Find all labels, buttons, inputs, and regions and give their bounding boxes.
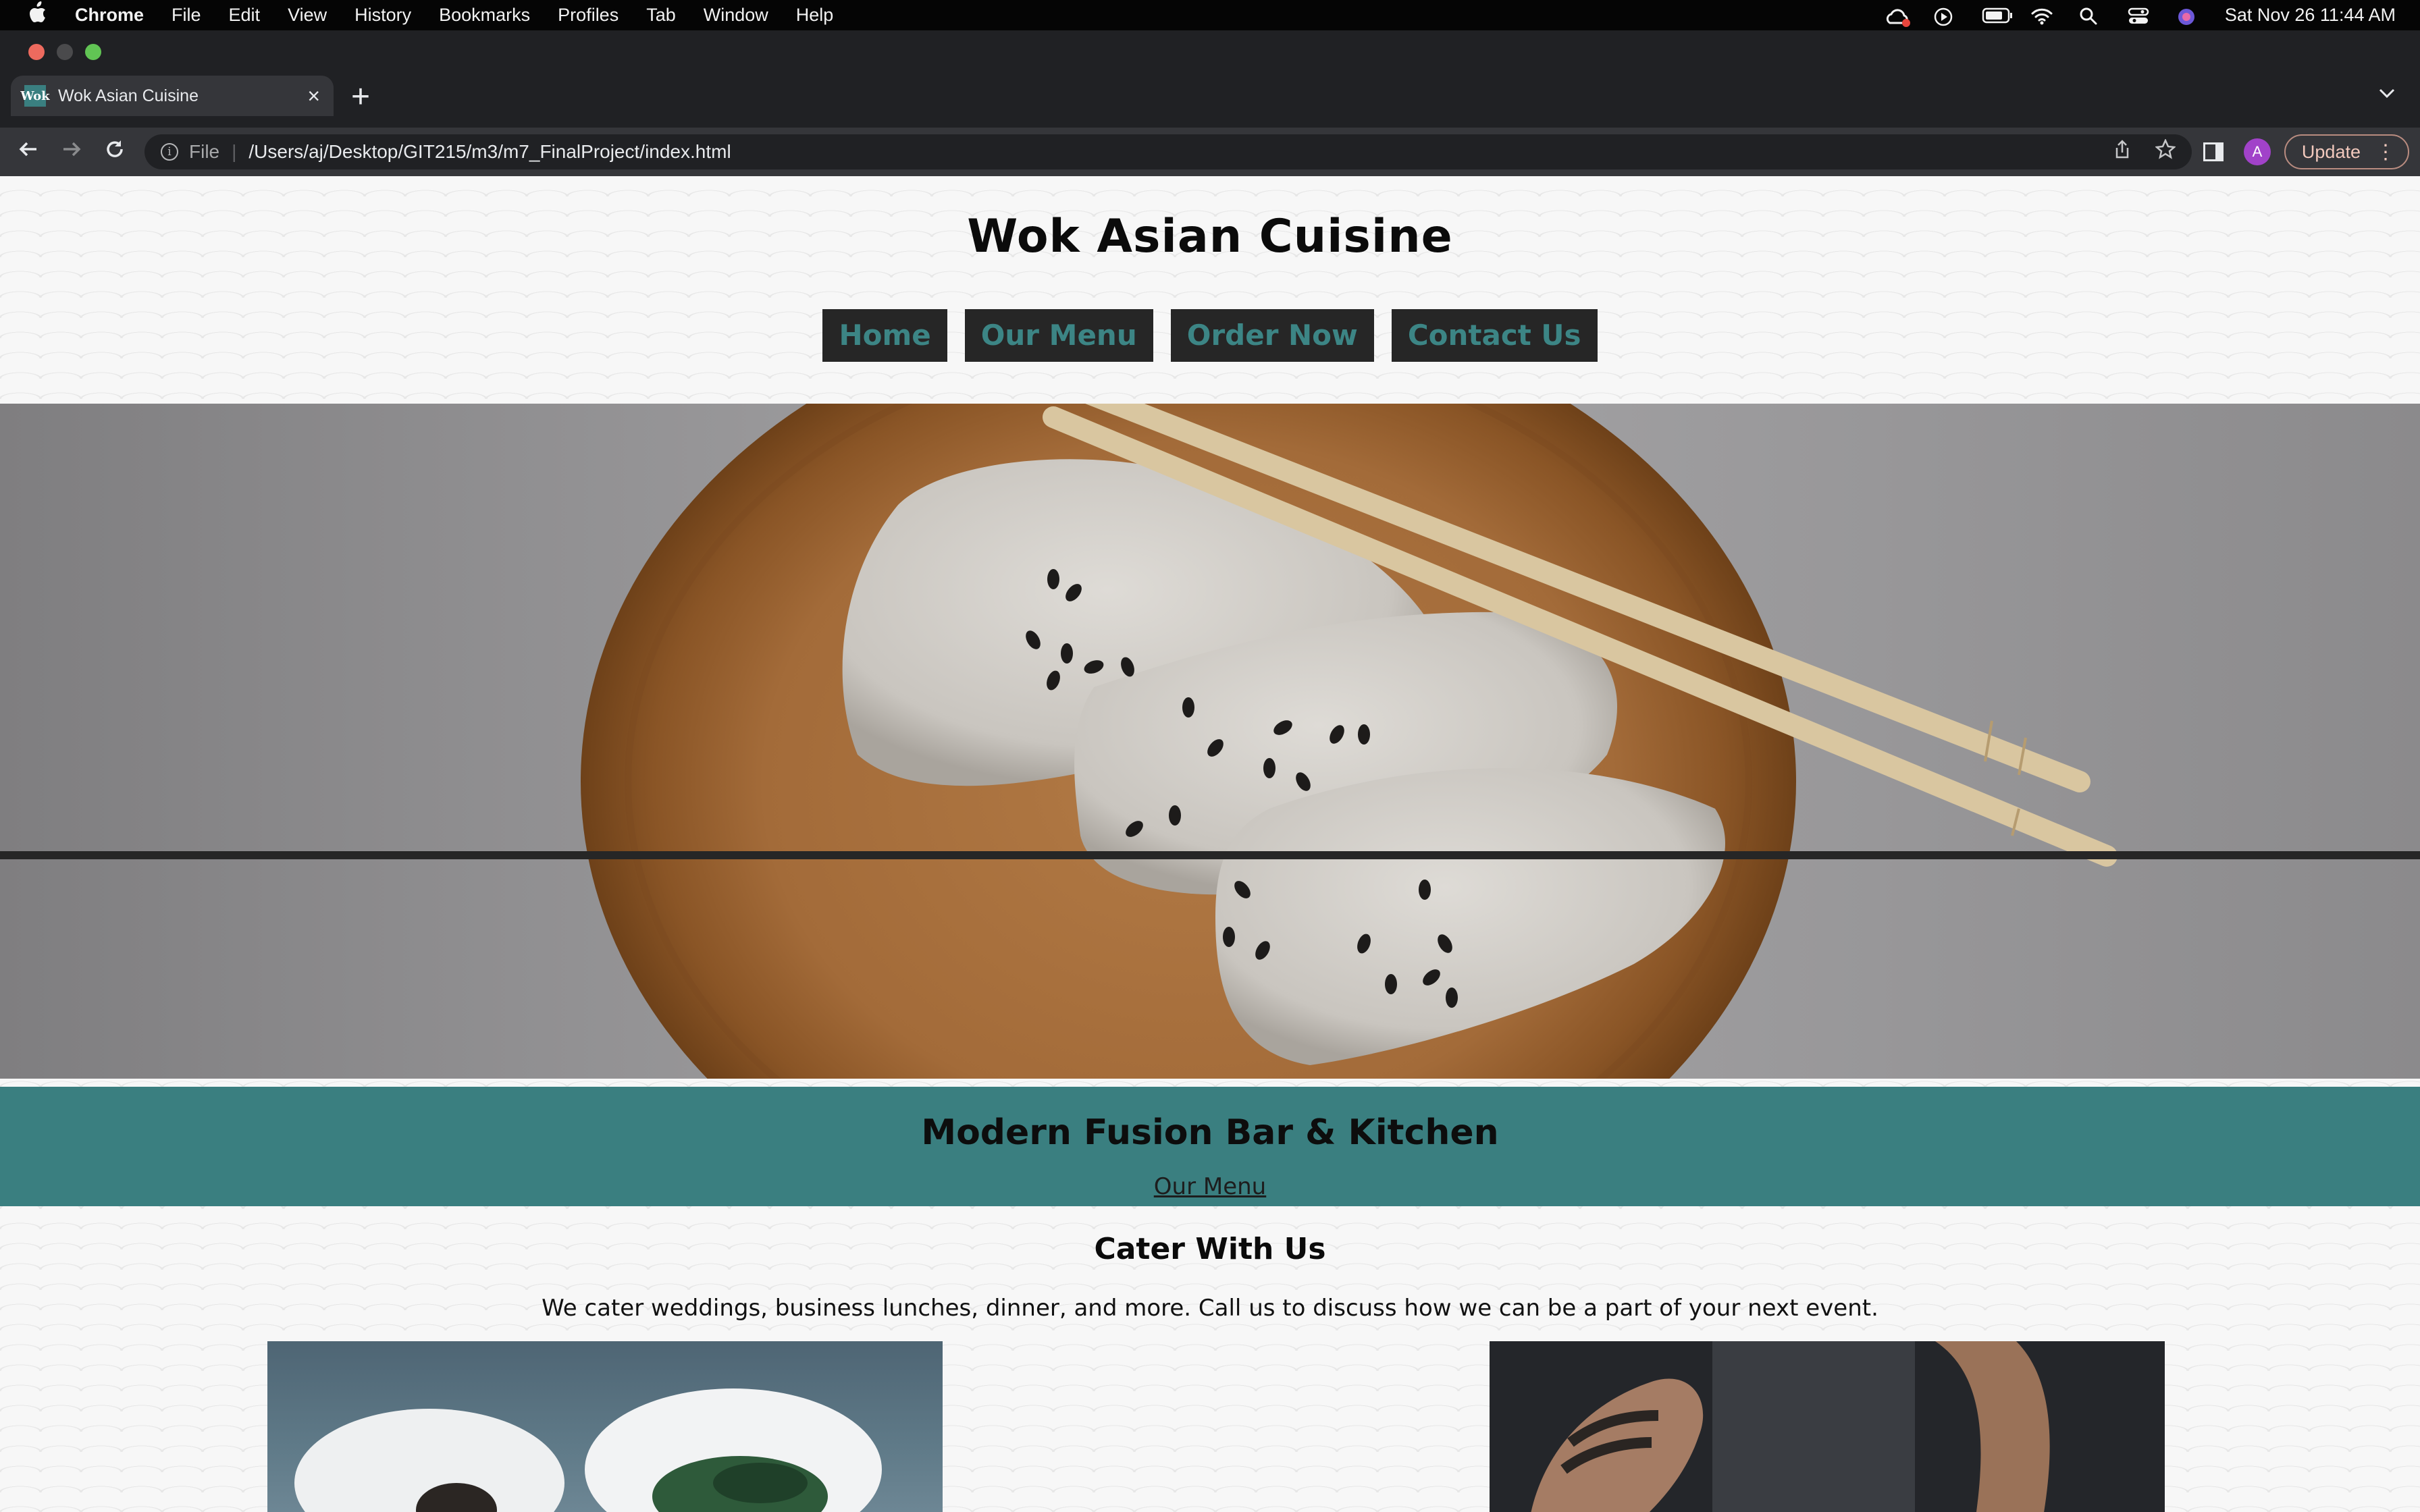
menu-file[interactable]: File: [172, 5, 201, 26]
forward-arrow-icon[interactable]: [50, 138, 93, 166]
zoom-window-button[interactable]: [85, 44, 101, 60]
browser-tabstrip-area: Wok Wok Asian Cuisine × +: [0, 30, 2420, 128]
menu-edit[interactable]: Edit: [229, 5, 261, 26]
close-window-button[interactable]: [28, 44, 45, 60]
site-header: Wok Asian Cuisine Home Our Menu Order No…: [0, 176, 2420, 404]
new-tab-button[interactable]: +: [351, 78, 370, 115]
browser-toolbar: i File | /Users/aj/Desktop/GIT215/m3/m7_…: [0, 128, 2420, 176]
toolbar-right-controls: A Update ⋮: [2203, 134, 2409, 169]
update-button[interactable]: Update ⋮: [2284, 134, 2409, 169]
menu-window[interactable]: Window: [704, 5, 768, 26]
window-controls: [28, 44, 113, 60]
url-scheme-label: File: [189, 141, 220, 162]
tab-title: Wok Asian Cuisine: [58, 86, 199, 105]
side-panel-icon[interactable]: [2203, 142, 2224, 161]
creative-cloud-icon[interactable]: [1885, 7, 1910, 27]
address-bar[interactable]: i File | /Users/aj/Desktop/GIT215/m3/m7_…: [144, 134, 2192, 169]
fusion-banner: Modern Fusion Bar & Kitchen Our Menu: [0, 1087, 2420, 1206]
profile-avatar[interactable]: A: [2243, 138, 2271, 165]
tab-close-icon[interactable]: ×: [307, 84, 320, 109]
back-arrow-icon[interactable]: [7, 138, 50, 166]
reload-icon[interactable]: [93, 138, 136, 166]
url-text[interactable]: /Users/aj/Desktop/GIT215/m3/m7_FinalProj…: [248, 141, 2089, 163]
menu-history[interactable]: History: [354, 5, 411, 26]
bookmark-star-icon[interactable]: [2155, 138, 2176, 165]
update-label: Update: [2301, 141, 2361, 162]
catering-bowls-photo: [267, 1341, 943, 1512]
site-info-icon[interactable]: i: [161, 143, 178, 161]
chef-arms-photo: [1490, 1341, 2165, 1512]
tab-wok-asian-cuisine[interactable]: Wok Wok Asian Cuisine ×: [11, 76, 334, 116]
share-icon[interactable]: [2113, 139, 2131, 165]
nav-contact-us-link[interactable]: Contact Us: [1391, 309, 1598, 362]
site-nav: Home Our Menu Order Now Contact Us: [0, 309, 2420, 362]
minimize-window-button[interactable]: [57, 44, 73, 60]
menu-profiles[interactable]: Profiles: [558, 5, 619, 26]
tab-search-chevron-icon[interactable]: [2378, 82, 2396, 103]
menu-bookmarks[interactable]: Bookmarks: [439, 5, 530, 26]
cater-heading: Cater With Us: [1094, 1232, 1326, 1266]
nav-our-menu-link[interactable]: Our Menu: [964, 309, 1153, 362]
cater-description: We cater weddings, business lunches, din…: [542, 1295, 1878, 1322]
macos-menubar: Chrome File Edit View History Bookmarks …: [0, 0, 2420, 30]
banner-heading: Modern Fusion Bar & Kitchen: [921, 1112, 1499, 1153]
banner-our-menu-link[interactable]: Our Menu: [1154, 1173, 1266, 1200]
nav-home-link[interactable]: Home: [822, 309, 947, 362]
hero-divider: [0, 851, 2420, 859]
page-viewport: Wok Asian Cuisine Home Our Menu Order No…: [0, 176, 2420, 1512]
more-menu-icon[interactable]: ⋮: [2375, 140, 2396, 164]
tab-strip: Wok Wok Asian Cuisine × +: [0, 76, 2420, 116]
menu-help[interactable]: Help: [796, 5, 834, 26]
battery-icon[interactable]: [1982, 7, 2012, 24]
apple-menu-icon[interactable]: [27, 1, 47, 29]
site-title: Wok Asian Cuisine: [967, 210, 1453, 263]
url-separator: |: [232, 141, 237, 162]
menubar-app-name[interactable]: Chrome: [75, 5, 144, 26]
menu-tab[interactable]: Tab: [646, 5, 676, 26]
hero-image-dumplings: [0, 404, 2420, 1079]
spotlight-search-icon[interactable]: [2079, 7, 2103, 24]
menubar-datetime[interactable]: Sat Nov 26 11:44 AM: [2225, 5, 2396, 26]
siri-icon[interactable]: [2176, 7, 2201, 25]
cater-section: Cater With Us We cater weddings, busines…: [0, 1206, 2420, 1322]
menu-view[interactable]: View: [288, 5, 327, 26]
control-center-icon[interactable]: [2128, 7, 2152, 24]
play-icon[interactable]: [1933, 7, 1957, 26]
tab-favicon: Wok: [20, 85, 50, 107]
wifi-icon[interactable]: [2030, 7, 2055, 24]
nav-order-now-link[interactable]: Order Now: [1170, 309, 1374, 362]
